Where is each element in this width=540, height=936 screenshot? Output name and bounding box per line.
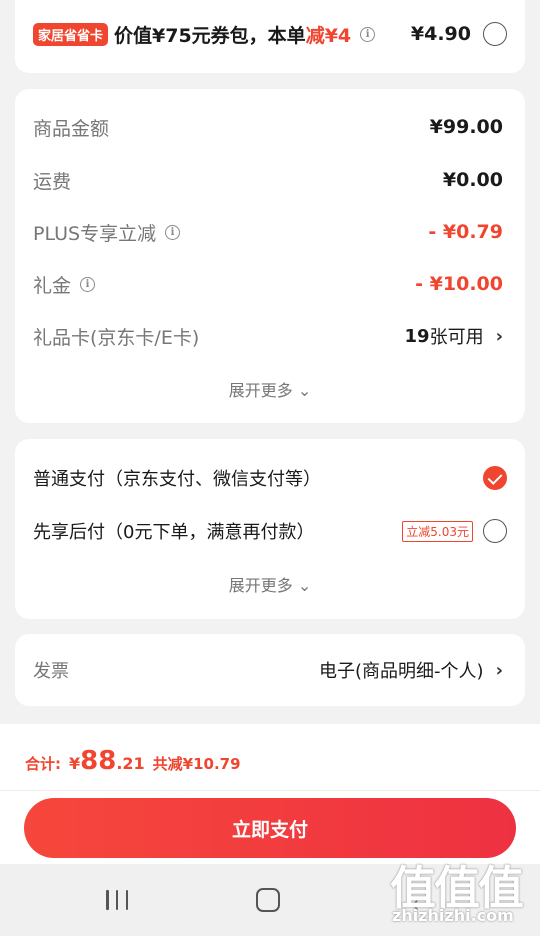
gift-card-label: 礼品卡(京东卡/E卡) [33, 326, 200, 349]
info-icon[interactable]: i [360, 26, 376, 42]
payment-option-later-label: 先享后付（0元下单，满意再付款） [33, 522, 315, 543]
cash-gift-value: - ¥10.00 [415, 273, 503, 295]
gift-card-value: 19 张可用 › [405, 323, 503, 349]
payment-option-later[interactable]: 先享后付（0元下单，满意再付款） 立减5.03元 [33, 515, 507, 547]
plus-discount-label-wrap: PLUS专享立减 i [33, 219, 181, 246]
chevron-right-icon: › [495, 659, 503, 681]
expand-more-label: 展开更多 [228, 576, 293, 595]
payment-option-normal[interactable]: 普通支付（京东支付、微信支付等） [33, 462, 507, 494]
total-currency: ¥ [69, 754, 81, 773]
home-icon[interactable] [256, 888, 280, 912]
invoice-value: 电子(商品明细-个人) [319, 661, 484, 682]
recents-bar [106, 890, 109, 910]
back-icon[interactable]: ‹ [410, 890, 420, 918]
payment-option-later-radio[interactable] [483, 519, 507, 543]
promo-card: 家居省省卡 价值¥75元券包，本单减¥4 i ¥4.90 [15, 0, 525, 73]
goods-amount-row: 商品金额 ¥99.00 [33, 112, 503, 142]
cash-gift-label-wrap: 礼金 i [33, 271, 96, 298]
chevron-down-icon: ⌄ [297, 381, 312, 400]
promo-badge: 家居省省卡 [33, 22, 109, 46]
total-label: 合计: [25, 755, 61, 773]
invoice-label: 发票 [33, 661, 69, 682]
gift-card-suffix: 张可用 [429, 327, 484, 348]
promo-text-prefix: 价值¥75元券包，本单 [114, 24, 306, 47]
system-nav-bar: ‹ [0, 864, 540, 936]
radio-wrap [483, 466, 507, 490]
cash-gift-label: 礼金 [33, 274, 72, 297]
payment-later-discount-tag: 立减5.03元 [402, 520, 473, 542]
payment-method-card: 普通支付（京东支付、微信支付等） 先享后付（0元下单，满意再付款） 立减5.03… [15, 439, 525, 619]
payment-option-normal-label: 普通支付（京东支付、微信支付等） [33, 469, 321, 490]
promo-text: 价值¥75元券包，本单减¥4 [114, 21, 351, 48]
invoice-row[interactable]: 发票 电子(商品明细-个人) › [33, 655, 503, 685]
chevron-down-icon: ⌄ [297, 576, 312, 595]
goods-amount-value: ¥99.00 [429, 116, 503, 138]
promo-row[interactable]: 家居省省卡 价值¥75元券包，本单减¥4 i ¥4.90 [33, 19, 507, 49]
plus-discount-row: PLUS专享立减 i - ¥0.79 [33, 217, 503, 247]
gift-card-row[interactable]: 礼品卡(京东卡/E卡) 19 张可用 › [33, 321, 503, 351]
invoice-card[interactable]: 发票 电子(商品明细-个人) › [15, 634, 525, 706]
plus-discount-value: - ¥0.79 [428, 221, 503, 243]
promo-price: ¥4.90 [410, 23, 471, 45]
pay-now-button[interactable]: 立即支付 [24, 798, 516, 858]
price-details-card: 商品金额 ¥99.00 运费 ¥0.00 PLUS专享立减 i - ¥0.79 … [15, 89, 525, 423]
shipping-value: ¥0.00 [442, 169, 503, 191]
shipping-row: 运费 ¥0.00 [33, 165, 503, 195]
total-amount-decimal: .21 [116, 754, 145, 773]
recents-bar [115, 890, 119, 910]
recents-bar [125, 890, 128, 910]
promo-radio[interactable] [483, 22, 507, 46]
cash-gift-row: 礼金 i - ¥10.00 [33, 269, 503, 299]
expand-more-price[interactable]: 展开更多 ⌄ [15, 377, 525, 401]
divider [0, 790, 540, 791]
plus-discount-label: PLUS专享立减 [33, 222, 157, 245]
total-summary: 合计: ¥ 88 .21 共减¥10.79 [25, 746, 241, 776]
total-amount-integer: 88 [80, 746, 117, 776]
expand-more-payment[interactable]: 展开更多 ⌄ [15, 572, 525, 596]
chevron-right-icon: › [495, 325, 503, 347]
gift-card-count: 19 [404, 325, 430, 347]
payment-option-normal-radio[interactable] [483, 466, 507, 490]
goods-amount-label: 商品金额 [33, 117, 110, 140]
info-icon[interactable]: i [80, 276, 96, 292]
total-discount: 共减¥10.79 [152, 755, 241, 773]
promo-text-highlight: 减¥4 [305, 24, 352, 47]
checkout-bar: 合计: ¥ 88 .21 共减¥10.79 立即支付 [0, 724, 540, 864]
expand-more-label: 展开更多 [228, 381, 293, 400]
shipping-label: 运费 [33, 170, 72, 193]
info-icon[interactable]: i [165, 224, 181, 240]
recents-icon[interactable] [106, 890, 128, 910]
